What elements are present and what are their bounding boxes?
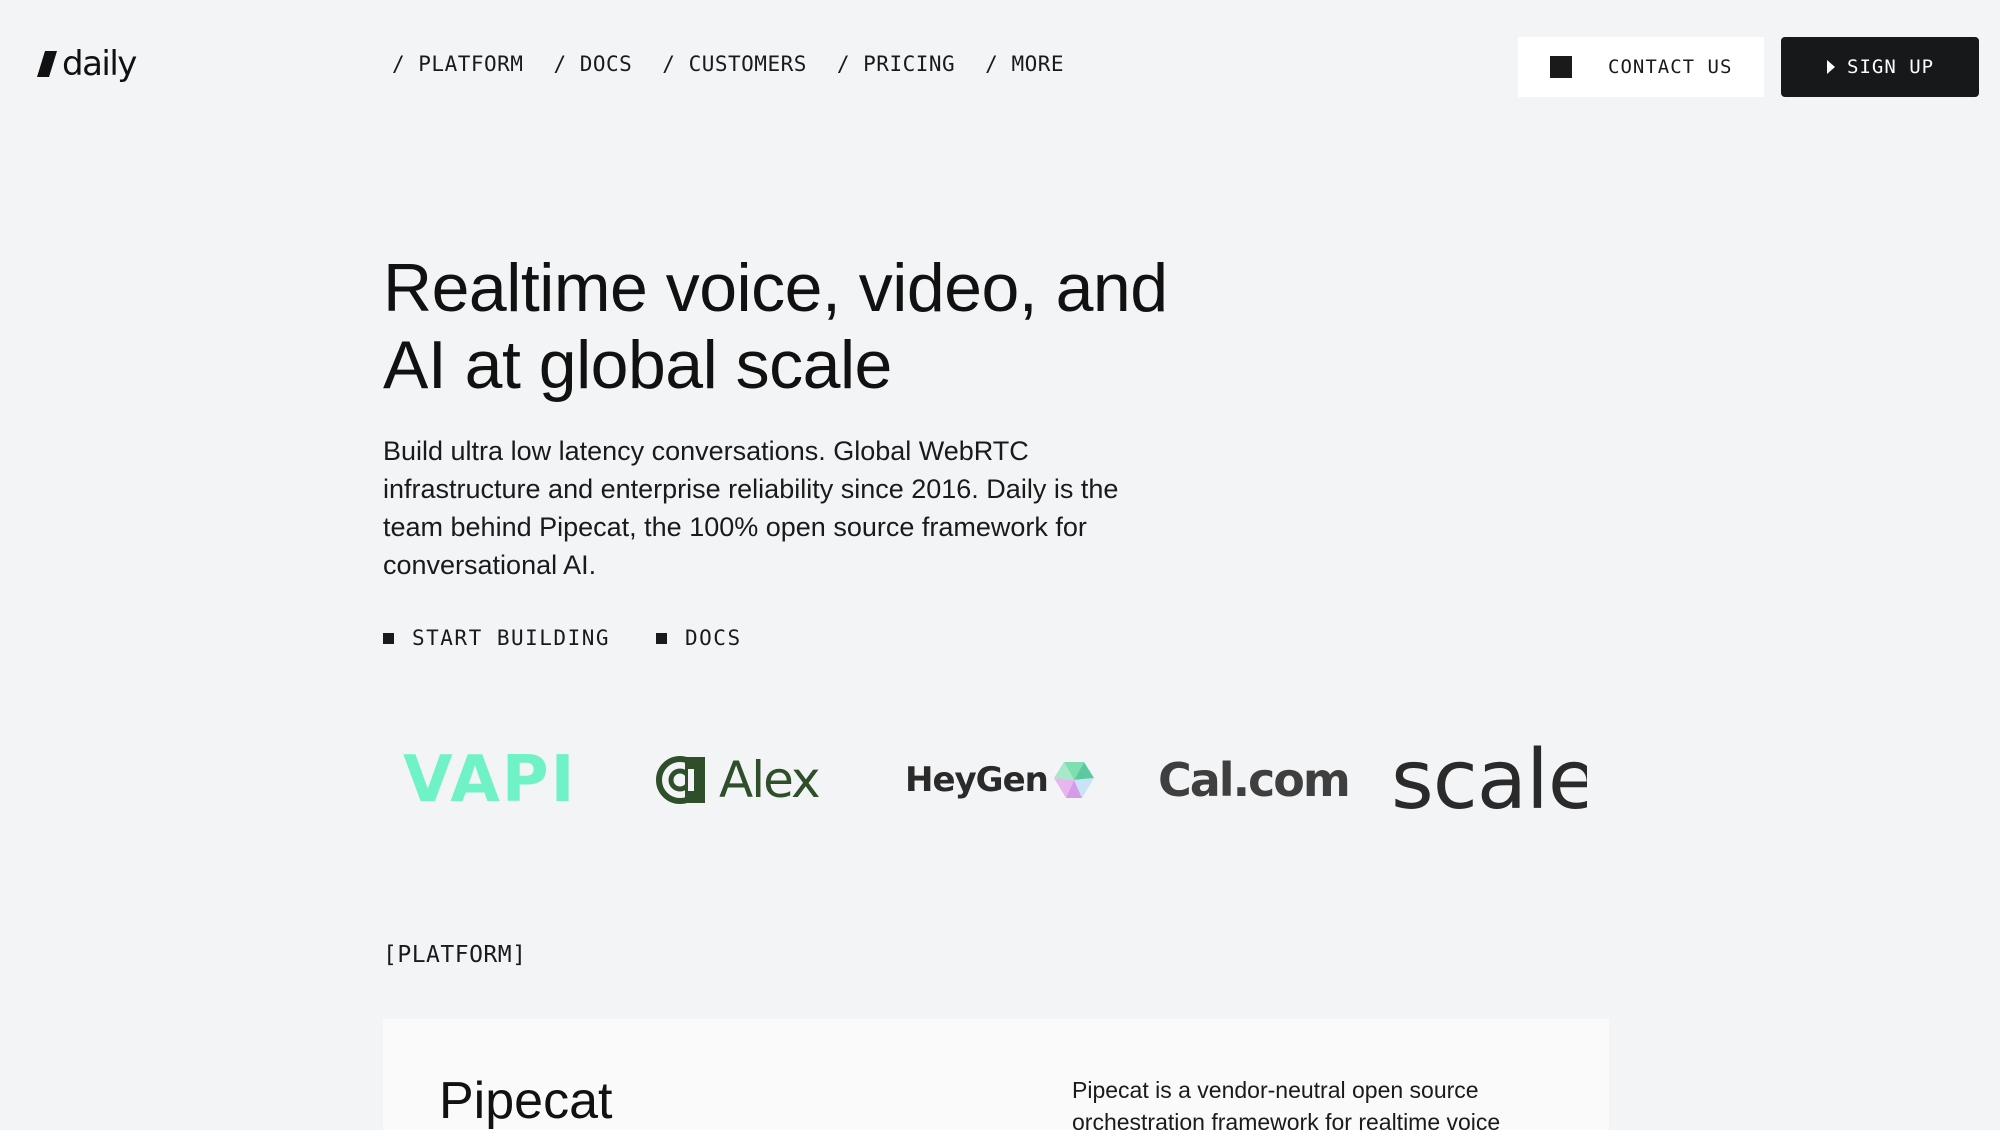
scale-logo: scale	[1391, 720, 1587, 840]
bullet-square-icon	[656, 632, 668, 644]
hero-subtitle: Build ultra low latency conversations. G…	[383, 436, 1119, 580]
scale-logo-text: scale	[1391, 732, 1587, 828]
alex-logo-text: Alex	[719, 751, 821, 809]
pipecat-card-description: Pipecat is a vendor-neutral open source …	[1072, 1077, 1501, 1130]
nav-item-docs[interactable]: / DOCS	[553, 52, 632, 76]
heygen-logo: HeyGen	[905, 720, 1096, 840]
sign-up-label: SIGN UP	[1847, 56, 1935, 78]
heygen-gem-icon	[1053, 762, 1094, 798]
nav-item-more[interactable]: / MORE	[985, 52, 1064, 76]
play-arrow-icon	[1827, 60, 1835, 74]
hero-ctas: START BUILDING DOCS	[383, 626, 742, 650]
sign-up-button[interactable]: SIGN UP	[1781, 37, 1979, 97]
docs-link[interactable]: DOCS	[656, 626, 742, 650]
docs-label: DOCS	[685, 626, 742, 650]
main-nav: / PLATFORM / DOCS / CUSTOMERS / PRICING …	[392, 52, 1064, 76]
heygen-logo-text: HeyGen	[905, 760, 1049, 800]
bullet-square-icon	[383, 632, 394, 644]
nav-item-pricing[interactable]: / PRICING	[837, 52, 955, 76]
alex-mark-icon	[656, 756, 705, 804]
daily-logo[interactable]: daily	[36, 44, 137, 84]
cal-com-logo: Cal.com	[1158, 720, 1351, 840]
contact-us-label: CONTACT US	[1608, 56, 1733, 78]
hero-title-line-1: Realtime voice, video, and	[383, 250, 1168, 326]
hero-title-line-2: AI at global scale	[383, 327, 892, 403]
hero-title: Realtime voice, video, and AI at global …	[383, 250, 1243, 404]
nav-item-customers[interactable]: / CUSTOMERS	[662, 52, 807, 76]
alex-logo: Alex	[655, 720, 821, 840]
customer-logos: VAPI Alex HeyGen Cal.com scale	[383, 720, 1587, 840]
nav-item-platform[interactable]: / PLATFORM	[392, 52, 523, 76]
square-icon	[1550, 56, 1572, 78]
platform-section-label: [PLATFORM]	[383, 942, 527, 968]
contact-us-button[interactable]: CONTACT US	[1518, 37, 1764, 97]
vapi-logo-text: VAPI	[403, 743, 577, 817]
logo-text: daily	[62, 44, 137, 84]
cal-com-logo-text: Cal.com	[1158, 753, 1351, 807]
pipecat-card-title: Pipecat	[439, 1072, 613, 1130]
vapi-logo: VAPI	[403, 720, 576, 840]
start-building-label: START BUILDING	[412, 626, 611, 650]
start-building-link[interactable]: START BUILDING	[383, 626, 610, 650]
pipecat-card: Pipecat Pipecat is a vendor-neutral open…	[383, 1019, 1609, 1130]
daily-logo-mark-icon	[37, 51, 57, 77]
